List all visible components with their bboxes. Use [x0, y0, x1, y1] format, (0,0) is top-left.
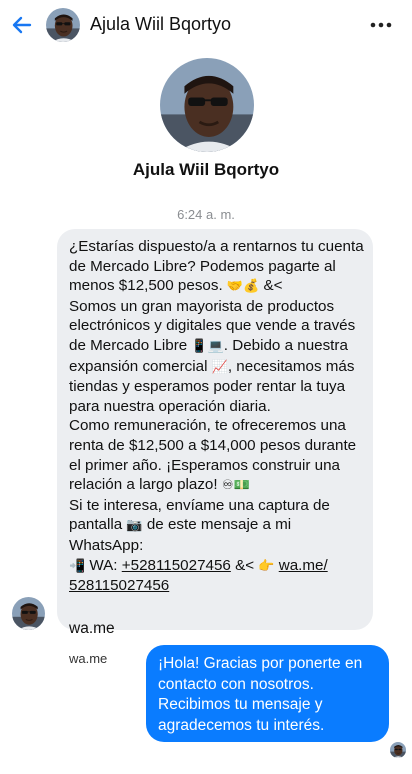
- message-text: , necesitamos más: [227, 357, 355, 375]
- message-line: 📲 WA: +528115027456 &< 👉 wa.me/: [69, 556, 363, 577]
- camera-emoji: 📷: [126, 518, 143, 534]
- message-timestamp: 6:24 a. m.: [177, 207, 235, 222]
- phone-laptop-emoji: 📱💻: [191, 338, 224, 354]
- message-line: Como remuneración, te ofreceremos una: [69, 417, 346, 435]
- message-line: tiendas y esperamos poder rentar la tuya: [69, 378, 346, 396]
- conversation-header: Ajula Wiil Bqortyo: [0, 0, 412, 50]
- message-line: Somos un gran mayorista de productos: [69, 297, 335, 315]
- message-text: &<: [230, 556, 259, 574]
- whatsapp-link[interactable]: wa.me/: [279, 557, 328, 574]
- message-line: expansión comercial 📈, necesitamos más: [69, 357, 363, 378]
- message-line: de Mercado Libre 📱💻. Debido a nuestra: [69, 336, 363, 357]
- infinity-money-emoji: ♾💵: [221, 478, 250, 494]
- message-line: menos $12,500 pesos. 🤝💰 &<: [69, 276, 363, 297]
- back-button[interactable]: [8, 11, 36, 39]
- message-line: 528115027456: [69, 576, 363, 596]
- message-line: el primer año. ¡Esperamos construir una: [69, 456, 340, 474]
- contact-name[interactable]: Ajula Wiil Bqortyo: [90, 14, 231, 35]
- message-text: pantalla: [69, 516, 127, 534]
- message-line: para nuestra operación diaria.: [69, 397, 271, 415]
- contact-avatar[interactable]: [46, 8, 80, 42]
- outgoing-message-bubble[interactable]: ¡Hola! Gracias por ponerte en contacto c…: [146, 645, 389, 742]
- more-options-icon: [370, 22, 392, 28]
- message-text: expansión comercial: [69, 357, 212, 375]
- message-line: de Mercado Libre? Podemos pagarte al: [69, 257, 336, 275]
- message-text: . Debido a nuestra: [223, 336, 348, 354]
- whatsapp-link-continued[interactable]: 528115027456: [69, 577, 169, 594]
- message-text: menos $12,500 pesos.: [69, 277, 227, 295]
- message-text: relación a largo plazo!: [69, 476, 222, 494]
- message-line: Si te interesa, envíame una captura de: [69, 496, 330, 514]
- mobile-arrow-emoji: 📲: [69, 558, 86, 574]
- profile-avatar[interactable]: [160, 58, 254, 152]
- message-text: de este mensaje a mi: [142, 516, 292, 534]
- message-line: pantalla 📷 de este mensaje a mi: [69, 515, 363, 536]
- handshake-money-emoji: 🤝💰: [226, 279, 260, 295]
- profile-name: Ajula Wiil Bqortyo: [132, 160, 280, 179]
- message-line: contacto con nosotros.: [158, 675, 314, 693]
- message-text: WA:: [85, 556, 122, 574]
- message-text: &<: [259, 277, 283, 295]
- sender-avatar[interactable]: [12, 597, 45, 630]
- more-options-button[interactable]: [368, 12, 394, 38]
- message-line: Recibimos tu mensaje y: [158, 696, 323, 713]
- read-receipt-avatar: [390, 742, 406, 758]
- message-line: WhatsApp:: [69, 536, 144, 554]
- message-line: agradecemos tu interés.: [158, 716, 325, 734]
- pointing-hand-emoji: 👉: [258, 558, 275, 574]
- message-line: renta de $12,500 a $14,000 pesos durante: [69, 436, 357, 454]
- message-line: relación a largo plazo! ♾💵: [69, 475, 363, 496]
- phone-link[interactable]: +528115027456: [122, 557, 231, 574]
- message-text: de Mercado Libre: [69, 336, 192, 354]
- message-line: electrónicos y digitales que vende a tra…: [69, 317, 356, 335]
- back-arrow-icon: [12, 16, 32, 34]
- incoming-message-bubble[interactable]: ¿Estarías dispuesto/a a rentarnos tu cue…: [57, 229, 373, 666]
- message-line: ¡Hola! Gracias por ponerte en: [158, 655, 363, 672]
- message-line: ¿Estarías dispuesto/a a rentarnos tu cue…: [69, 238, 364, 255]
- chart-up-emoji: 📈: [211, 359, 228, 375]
- link-preview-title: wa.me: [69, 620, 115, 638]
